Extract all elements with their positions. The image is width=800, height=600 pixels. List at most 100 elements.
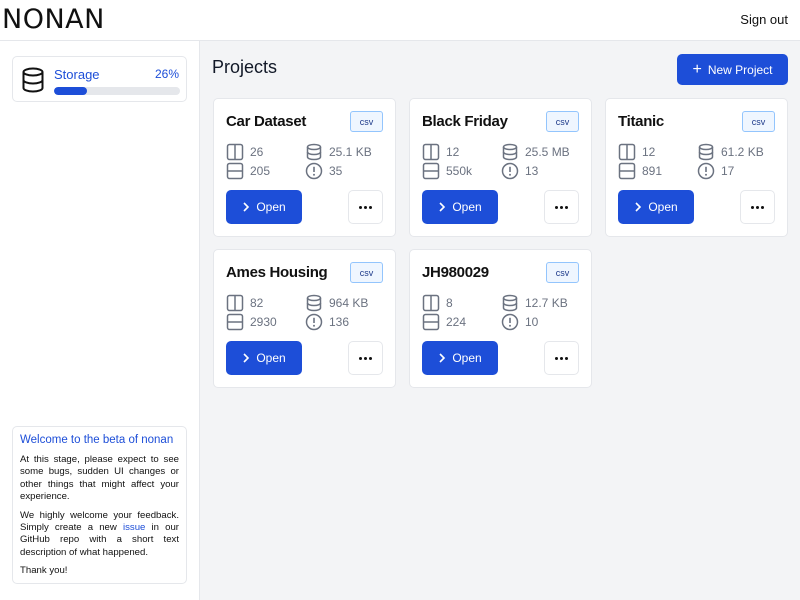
alert-circle-icon <box>501 313 519 331</box>
more-options-button[interactable] <box>544 190 579 224</box>
columns-icon <box>226 143 244 161</box>
database-icon <box>306 143 322 161</box>
row-count: 891 <box>618 162 662 180</box>
welcome-panel: Welcome to the beta of nonan At this sta… <box>12 426 187 584</box>
sidebar: Storage 26% Welcome to the beta of nonan… <box>0 41 200 600</box>
file-size-value: 964 KB <box>329 296 369 310</box>
open-project-button[interactable]: Open <box>422 341 498 375</box>
project-card: Titanic csv 12 891 61.2 KB 17 Open <box>605 98 788 237</box>
open-label: Open <box>452 351 482 365</box>
database-icon <box>22 67 44 93</box>
storage-percent: 26% <box>154 67 179 81</box>
sign-out-link[interactable]: Sign out <box>740 12 788 27</box>
file-type-badge: csv <box>742 111 775 132</box>
file-type-badge: csv <box>546 262 579 283</box>
columns-icon <box>226 294 244 312</box>
file-size-value: 25.5 MB <box>525 145 570 159</box>
project-card: Ames Housing csv 82 2930 964 KB 136 Open <box>213 249 396 388</box>
project-name[interactable]: Titanic <box>618 113 664 130</box>
row-count: 224 <box>422 313 466 331</box>
column-count: 26 <box>226 143 263 161</box>
more-options-button[interactable] <box>544 341 579 375</box>
project-name[interactable]: Car Dataset <box>226 113 306 130</box>
chevron-right-icon <box>439 202 446 212</box>
project-name[interactable]: JH980029 <box>422 264 489 281</box>
top-bar: NONAN Sign out <box>0 0 800 41</box>
file-size: 25.5 MB <box>501 143 570 161</box>
file-size-value: 25.1 KB <box>329 145 372 159</box>
open-project-button[interactable]: Open <box>422 190 498 224</box>
rows-icon <box>226 313 244 331</box>
thank-you-text: Thank you! <box>20 565 68 577</box>
columns-icon <box>618 143 636 161</box>
app-logo[interactable]: NONAN <box>2 6 105 34</box>
more-horizontal-icon <box>555 205 568 209</box>
alert-circle-icon <box>697 162 715 180</box>
alert-circle-icon <box>305 313 323 331</box>
column-count-value: 8 <box>446 296 453 310</box>
row-count-value: 205 <box>250 164 271 178</box>
row-count-value: 2930 <box>250 315 277 329</box>
row-count: 205 <box>226 162 270 180</box>
issue-count-value: 136 <box>329 315 350 329</box>
open-label: Open <box>648 200 678 214</box>
project-name[interactable]: Black Friday <box>422 113 508 130</box>
project-card: Black Friday csv 12 550k 25.5 MB 13 Open <box>409 98 592 237</box>
file-size: 61.2 KB <box>697 143 764 161</box>
chevron-right-icon <box>439 353 446 363</box>
issue-count-value: 13 <box>525 164 539 178</box>
project-name[interactable]: Ames Housing <box>226 264 328 281</box>
rows-icon <box>618 162 636 180</box>
rows-icon <box>422 313 440 331</box>
row-count-value: 550k <box>446 164 473 178</box>
issue-count: 10 <box>501 313 538 331</box>
more-options-button[interactable] <box>348 341 383 375</box>
open-label: Open <box>256 200 286 214</box>
open-label: Open <box>256 351 286 365</box>
chevron-right-icon <box>635 202 642 212</box>
project-card: JH980029 csv 8 224 12.7 KB 10 Open <box>409 249 592 388</box>
database-icon <box>306 294 322 312</box>
file-size-value: 12.7 KB <box>525 296 568 310</box>
more-horizontal-icon <box>751 205 764 209</box>
file-type-badge: csv <box>350 262 383 283</box>
issue-count: 13 <box>501 162 538 180</box>
chevron-right-icon <box>243 353 250 363</box>
column-count-value: 82 <box>250 296 264 310</box>
open-project-button[interactable]: Open <box>226 341 302 375</box>
new-project-button[interactable]: + New Project <box>677 54 788 85</box>
database-icon <box>502 143 518 161</box>
storage-card[interactable]: Storage 26% <box>12 56 187 102</box>
columns-icon <box>422 143 440 161</box>
alert-circle-icon <box>501 162 519 180</box>
database-icon <box>698 143 714 161</box>
more-options-button[interactable] <box>740 190 775 224</box>
issue-link[interactable]: issue <box>123 522 145 533</box>
project-card: Car Dataset csv 26 205 25.1 KB 35 Open <box>213 98 396 237</box>
column-count-value: 26 <box>250 145 264 159</box>
issue-count-value: 17 <box>721 164 735 178</box>
open-label: Open <box>452 200 482 214</box>
file-type-badge: csv <box>350 111 383 132</box>
issue-count-value: 35 <box>329 164 343 178</box>
rows-icon <box>226 162 244 180</box>
file-size: 964 KB <box>305 294 368 312</box>
column-count: 12 <box>422 143 459 161</box>
alert-circle-icon <box>305 162 323 180</box>
new-project-label: New Project <box>707 62 773 77</box>
rows-icon <box>422 162 440 180</box>
logo-text: NONAN <box>2 4 105 35</box>
open-project-button[interactable]: Open <box>226 190 302 224</box>
welcome-paragraph: At this stage, please expect to see some… <box>20 454 179 503</box>
more-horizontal-icon <box>555 356 568 360</box>
open-project-button[interactable]: Open <box>618 190 694 224</box>
file-size-value: 61.2 KB <box>721 145 764 159</box>
row-count-value: 224 <box>446 315 467 329</box>
file-size: 25.1 KB <box>305 143 372 161</box>
plus-icon: + <box>692 60 702 78</box>
more-options-button[interactable] <box>348 190 383 224</box>
database-icon <box>502 294 518 312</box>
column-count-value: 12 <box>642 145 656 159</box>
more-horizontal-icon <box>359 356 372 360</box>
issue-count: 136 <box>305 313 349 331</box>
